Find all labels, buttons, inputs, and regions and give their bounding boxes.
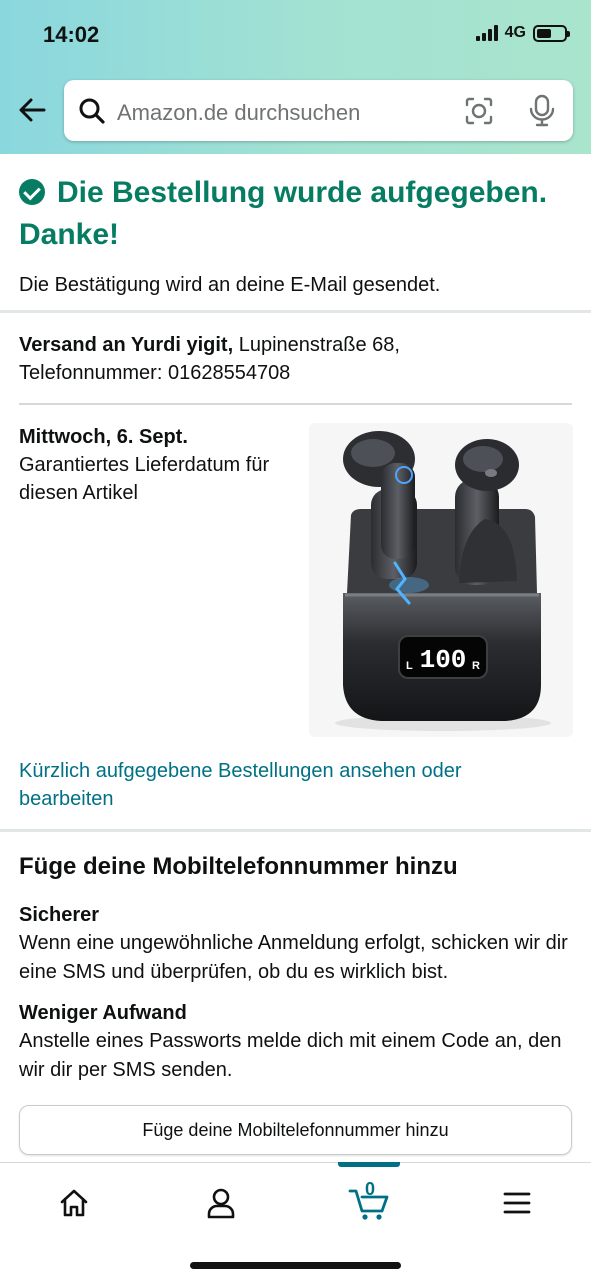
shipping-recipient: Versand an Yurdi yigit, xyxy=(19,334,234,356)
add-mobile-button[interactable]: Füge deine Mobiltelefonnummer hinzu xyxy=(19,1105,572,1155)
search-bar[interactable]: Amazon.de durchsuchen xyxy=(64,80,573,141)
account-icon[interactable] xyxy=(199,1183,243,1223)
shipping-address: Lupinenstraße 68, xyxy=(238,334,400,356)
add-mobile-section: Füge deine Mobiltelefonnummer hinzu Sich… xyxy=(19,851,574,1085)
benefit-text: Anstelle eines Passworts melde dich mit … xyxy=(19,1030,562,1081)
shipping-info: Versand an Yurdi yigit, Lupinenstraße 68… xyxy=(19,331,579,387)
status-time: 14:02 xyxy=(43,22,100,47)
benefit-title: Sicherer xyxy=(19,904,100,926)
search-icon xyxy=(78,97,106,130)
cart-icon[interactable]: 0 xyxy=(347,1179,391,1223)
section-divider xyxy=(0,829,591,832)
order-confirmation: Die Bestellung wurde aufgegeben. Danke! … xyxy=(19,172,579,297)
left-mark: L xyxy=(406,660,413,672)
microphone-icon[interactable] xyxy=(528,94,556,133)
signal-icon xyxy=(475,25,498,41)
delivery-info: Mittwoch, 6. Sept. Garantiertes Lieferda… xyxy=(19,423,299,507)
benefit-text: Wenn eine ungewöhnliche Anmeldung erfolg… xyxy=(19,932,568,983)
divider xyxy=(19,403,572,405)
shipping-phone: Telefonnummer: 01628554708 xyxy=(19,362,291,384)
home-indicator xyxy=(190,1262,401,1269)
right-mark: R xyxy=(472,660,480,672)
bottom-nav: 0 xyxy=(0,1162,591,1280)
check-circle-icon xyxy=(19,179,45,205)
active-tab-indicator xyxy=(338,1162,400,1167)
network-type: 4G xyxy=(504,24,526,41)
battery-icon xyxy=(533,24,570,42)
product-image[interactable]: 100 L R xyxy=(309,423,573,737)
home-icon[interactable] xyxy=(52,1183,96,1223)
search-input[interactable]: Amazon.de durchsuchen xyxy=(117,100,360,126)
delivery-date: Mittwoch, 6. Sept. xyxy=(19,426,188,448)
section-divider xyxy=(0,310,591,313)
delivery-note: Garantiertes Lieferdatum für diesen Arti… xyxy=(19,454,270,504)
camera-scan-icon[interactable] xyxy=(464,96,494,131)
status-indicators: 4G xyxy=(475,24,570,42)
confirmation-title: Die Bestellung wurde aufgegeben. Danke! xyxy=(19,176,548,251)
header: 14:02 4G Amazon.de durchsuchen xyxy=(0,0,591,154)
benefit-title: Weniger Aufwand xyxy=(19,1002,187,1024)
cart-count: 0 xyxy=(364,1179,375,1199)
menu-icon[interactable] xyxy=(495,1183,539,1223)
add-mobile-heading: Füge deine Mobiltelefonnummer hinzu xyxy=(19,853,458,880)
confirmation-subtitle: Die Bestätigung wird an deine E-Mail ges… xyxy=(19,274,441,296)
battery-display: 100 xyxy=(420,645,467,675)
recent-orders-link[interactable]: Kürzlich aufgegebene Bestellungen ansehe… xyxy=(19,757,559,813)
back-arrow-icon[interactable] xyxy=(16,94,48,126)
